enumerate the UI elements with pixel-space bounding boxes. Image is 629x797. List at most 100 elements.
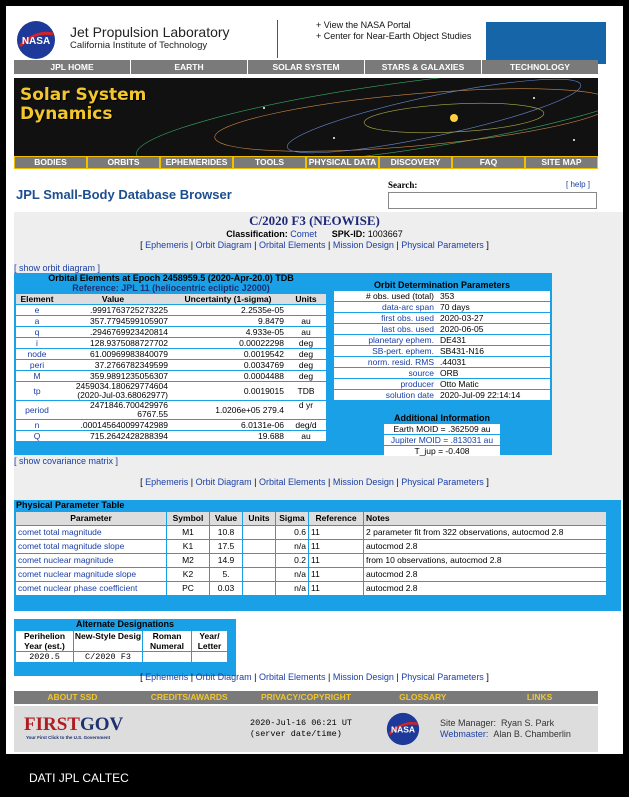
header-links: + View the NASA Portal + Center for Near… (316, 20, 476, 42)
od-param-label[interactable]: data-arc span (334, 302, 440, 312)
separator: | (396, 240, 399, 250)
element-link[interactable]: peri (16, 360, 58, 370)
mission-design-link[interactable]: Mission Design (333, 672, 394, 682)
nav-physical-data[interactable]: PHYSICAL DATA (307, 157, 378, 168)
object-nav-links: [ Ephemeris | Orbit Diagram | Orbital El… (6, 240, 623, 250)
svg-text:NASA: NASA (391, 724, 415, 734)
glossary-link[interactable]: GLOSSARY (364, 691, 481, 704)
webmaster-link[interactable]: Webmaster: (440, 729, 488, 739)
header-blue-panel (486, 22, 606, 64)
element-link[interactable]: e (16, 305, 58, 315)
element-link[interactable]: M (16, 371, 58, 381)
od-param-label[interactable]: norm. resid. RMS (334, 357, 440, 367)
nav-jpl-home[interactable]: JPL HOME (14, 60, 131, 74)
nav-stars-galaxies[interactable]: STARS & GALAXIES (365, 60, 482, 74)
object-nav-links-2: [ Ephemeris | Orbit Diagram | Orbital El… (140, 477, 489, 487)
od-param-label[interactable]: solution date (334, 390, 440, 400)
nav-faq[interactable]: FAQ (453, 157, 524, 168)
table-row: e .9991763725273225 2.2535e-05 (16, 305, 326, 315)
element-link[interactable]: Q (16, 431, 58, 441)
nav-technology[interactable]: TECHNOLOGY (482, 60, 598, 74)
classification-link[interactable]: Comet (290, 229, 317, 239)
nav-tools[interactable]: TOOLS (234, 157, 305, 168)
nav-solar-system[interactable]: SOLAR SYSTEM (248, 60, 365, 74)
table-row: solution date 2020-Jul-09 22:14:14 (334, 390, 550, 400)
physical-parameters-link[interactable]: Physical Parameters (401, 240, 484, 250)
parameter-link[interactable]: comet nuclear magnitude slope (16, 568, 166, 581)
orbit-diagram-link[interactable]: Orbit Diagram (196, 477, 252, 487)
physical-parameters-link[interactable]: Physical Parameters (401, 477, 484, 487)
orbital-reference[interactable]: Reference: JPL 11 (heliocentric ecliptic… (16, 283, 326, 293)
table-row: source ORB (334, 368, 550, 378)
separator: | (190, 240, 194, 250)
banner-title-line1: Solar System (20, 85, 147, 105)
element-link[interactable]: a (16, 316, 58, 326)
table-row: peri 37.2766782349599 0.0034769 deg (16, 360, 326, 370)
od-param-label[interactable]: planetary ephem. (334, 335, 440, 345)
nasa-logo-icon[interactable]: NASA (386, 712, 420, 746)
orbital-elements-link[interactable]: Orbital Elements (259, 240, 326, 250)
nav-earth[interactable]: EARTH (131, 60, 248, 74)
orbital-elements-link[interactable]: Orbital Elements (259, 477, 326, 487)
parameter-link[interactable]: comet total magnitude slope (16, 540, 166, 553)
footer-nav: ABOUT SSD CREDITS/AWARDS PRIVACY/COPYRIG… (14, 691, 598, 704)
element-link[interactable]: tp (16, 382, 58, 400)
spk-id: 1003667 (367, 229, 403, 239)
orbital-elements-link[interactable]: Orbital Elements (259, 672, 326, 682)
element-link[interactable]: n (16, 420, 58, 430)
ephemeris-link[interactable]: Ephemeris (145, 477, 188, 487)
nasa-portal-link[interactable]: + View the NASA Portal (316, 20, 476, 31)
page-title: JPL Small-Body Database Browser (16, 187, 232, 202)
neo-center-link[interactable]: + Center for Near-Earth Object Studies (316, 31, 476, 42)
od-param-label[interactable]: SB-pert. ephem. (334, 346, 440, 356)
show-orbit-diagram-link[interactable]: [ show orbit diagram ] (14, 263, 100, 273)
table-row: last obs. used 2020-06-05 (334, 324, 550, 334)
nav-ephemerides[interactable]: EPHEMERIDES (161, 157, 232, 168)
od-param-label[interactable]: producer (334, 379, 440, 389)
table-row: Q 715.2642428288394 19.688 au (16, 431, 326, 441)
od-param-label: # obs. used (total) (365, 291, 434, 301)
jupiter-moid[interactable]: Jupiter MOID = .813031 au (384, 435, 500, 445)
classification-label: Classification: (226, 229, 288, 239)
table-row: node 61.00969983840079 0.0019542 deg (16, 349, 326, 359)
nav-discovery[interactable]: DISCOVERY (380, 157, 451, 168)
element-link[interactable]: i (16, 338, 58, 348)
table-row: q .2946769923420814 4.933e-05 au (16, 327, 326, 337)
orbit-diagram-link[interactable]: Orbit Diagram (196, 240, 252, 250)
nav-orbits[interactable]: ORBITS (88, 157, 159, 168)
show-covariance-link[interactable]: [ show covariance matrix ] (14, 456, 118, 466)
help-link[interactable]: [ help ] (566, 180, 590, 189)
physical-parameters-link[interactable]: Physical Parameters (401, 672, 484, 682)
element-link[interactable]: period (16, 401, 58, 419)
mission-design-link[interactable]: Mission Design (333, 240, 394, 250)
parameter-link[interactable]: comet nuclear magnitude (16, 554, 166, 567)
od-param-label[interactable]: source (334, 368, 440, 378)
about-ssd-link[interactable]: ABOUT SSD (14, 691, 131, 704)
orbit-diagram-link[interactable]: Orbit Diagram (196, 672, 252, 682)
table-header: Parameter Symbol Value Units Sigma Refer… (16, 512, 619, 525)
nasa-logo-icon[interactable]: NASA (16, 20, 56, 60)
ephemeris-link[interactable]: Ephemeris (145, 240, 188, 250)
element-link[interactable]: node (16, 349, 58, 359)
links-link[interactable]: LINKS (481, 691, 598, 704)
table-header: Perihelion Year (est.) New-Style Desig R… (16, 631, 234, 651)
od-param-label[interactable]: last obs. used (334, 324, 440, 334)
nav-bodies[interactable]: BODIES (15, 157, 86, 168)
orbit-determination-title: Orbit Determination Parameters (373, 280, 511, 290)
credits-link[interactable]: CREDITS/AWARDS (131, 691, 248, 704)
nav-site-map[interactable]: SITE MAP (526, 157, 597, 168)
parameter-link[interactable]: comet nuclear phase coefficient (16, 582, 166, 595)
banner-title-line2: Dynamics (20, 104, 113, 124)
element-link[interactable]: q (16, 327, 58, 337)
parameter-link[interactable]: comet total magnitude (16, 526, 166, 539)
table-row: i 128.9375088727702 0.00022298 deg (16, 338, 326, 348)
ephemeris-link[interactable]: Ephemeris (145, 672, 188, 682)
mission-design-link[interactable]: Mission Design (333, 477, 394, 487)
table-row: comet total magnitude slope K1 17.5 n/a 11 au… (16, 540, 619, 553)
od-param-label[interactable]: first obs. used (334, 313, 440, 323)
privacy-link[interactable]: PRIVACY/COPYRIGHT (248, 691, 365, 704)
firstgov-logo[interactable]: FIRSTGOV (24, 714, 123, 736)
lab-title[interactable]: Jet Propulsion Laboratory (70, 24, 230, 40)
search-input[interactable] (388, 192, 597, 209)
object-name: C/2020 F3 (NEOWISE) (249, 213, 380, 228)
